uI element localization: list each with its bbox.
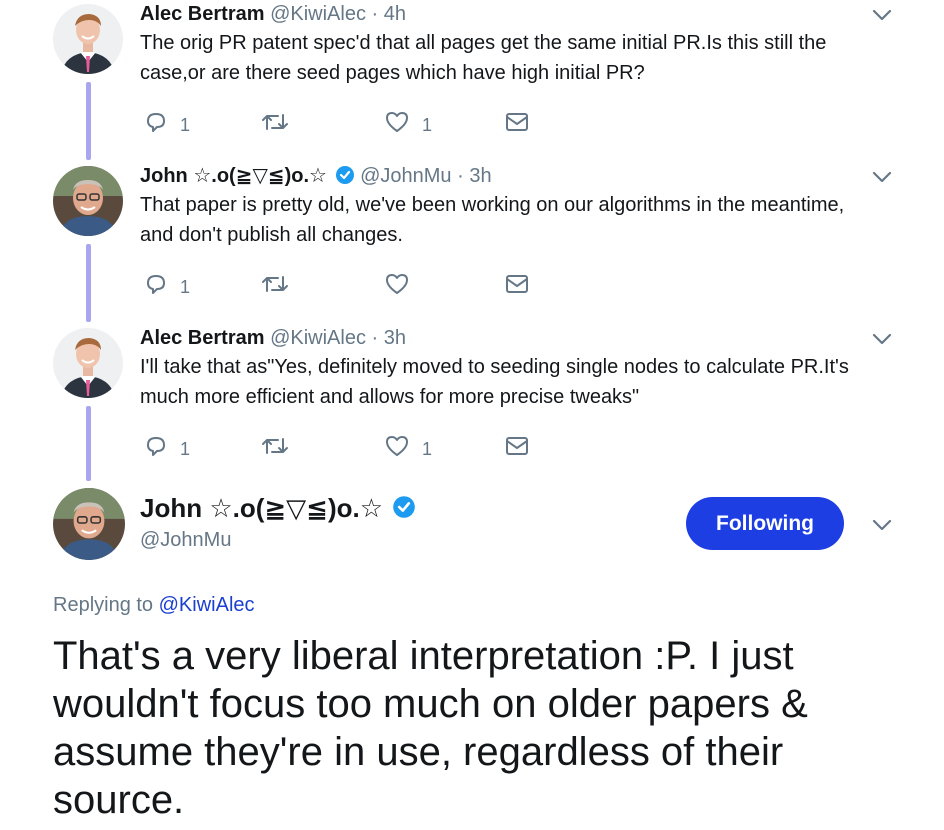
- retweet-button[interactable]: [260, 108, 290, 136]
- author-name[interactable]: Alec Bertram: [140, 3, 265, 25]
- reply-icon: [147, 113, 165, 132]
- tweet-header: John ☆.o(≧▽≦)o.☆ @JohnMu · 3h: [140, 164, 492, 188]
- separator-dot: ·: [371, 327, 379, 349]
- tweet-header: Alec Bertram @KiwiAlec · 3h: [140, 326, 406, 350]
- author-handle[interactable]: @JohnMu: [360, 165, 451, 187]
- retweet-icon: [262, 438, 288, 454]
- dm-button[interactable]: [504, 270, 530, 298]
- author-handle[interactable]: @KiwiAlec: [270, 3, 366, 25]
- author-name[interactable]: Alec Bertram: [140, 327, 265, 349]
- main-tweet-text: That's a very liberal interpretation :P.…: [53, 634, 808, 822]
- tweet-actions: 1 1: [144, 432, 544, 460]
- like-button[interactable]: 1: [384, 108, 432, 136]
- author-name[interactable]: John ☆.o(≧▽≦)o.☆: [140, 493, 383, 523]
- timestamp[interactable]: 3h: [469, 165, 491, 187]
- reply-icon: [147, 275, 165, 294]
- like-button[interactable]: 1: [384, 432, 432, 460]
- reply-button[interactable]: 1: [144, 432, 190, 460]
- like-button[interactable]: [384, 270, 410, 298]
- tweet-3[interactable]: Alec Bertram @KiwiAlec · 3h I'll take th…: [0, 324, 944, 484]
- main-author-name[interactable]: John ☆.o(≧▽≦)o.☆: [140, 492, 416, 524]
- reply-button[interactable]: 1: [144, 270, 190, 298]
- heart-icon: [386, 436, 408, 456]
- verified-badge-icon: [335, 166, 354, 184]
- tweet-actions: 1 1: [144, 108, 544, 136]
- following-button[interactable]: Following: [686, 497, 844, 550]
- replying-prefix: Replying to: [53, 594, 154, 616]
- timestamp[interactable]: 3h: [384, 327, 406, 349]
- author-name[interactable]: John ☆.o(≧▽≦)o.☆: [140, 165, 327, 187]
- reply-count: 1: [180, 276, 191, 297]
- chevron-down-icon[interactable]: [872, 332, 892, 346]
- reply-count: 1: [180, 114, 191, 135]
- tweet-text: The orig PR patent spec'd that all pages…: [140, 32, 827, 84]
- heart-icon: [386, 274, 408, 294]
- dm-button[interactable]: [504, 108, 530, 136]
- author-handle[interactable]: @KiwiAlec: [270, 327, 366, 349]
- tweet-text: That paper is pretty old, we've been wor…: [140, 194, 845, 246]
- tweet-1[interactable]: Alec Bertram @KiwiAlec · 4h The orig PR …: [0, 0, 944, 160]
- chevron-down-icon[interactable]: [872, 518, 892, 532]
- tweet-header: Alec Bertram @KiwiAlec · 4h: [140, 2, 406, 26]
- tweet-actions: 1: [144, 270, 544, 298]
- retweet-button[interactable]: [260, 432, 290, 460]
- separator-dot: ·: [457, 165, 464, 187]
- timestamp[interactable]: 4h: [384, 3, 406, 25]
- chevron-down-icon[interactable]: [872, 170, 892, 184]
- dm-button[interactable]: [504, 432, 530, 460]
- retweet-icon: [262, 276, 288, 292]
- avatar-john[interactable]: [53, 488, 125, 560]
- tweet-text: I'll take that as"Yes, definitely moved …: [140, 356, 849, 408]
- retweet-icon: [262, 114, 288, 130]
- avatar-john[interactable]: [53, 166, 123, 236]
- reply-button[interactable]: 1: [144, 108, 190, 136]
- separator-dot: ·: [371, 3, 379, 25]
- chevron-down-icon[interactable]: [872, 8, 892, 22]
- like-count: 1: [422, 438, 433, 459]
- like-count: 1: [422, 114, 433, 135]
- reply-icon: [147, 437, 165, 456]
- avatar-alec[interactable]: [53, 328, 123, 398]
- replying-mention-link[interactable]: @KiwiAlec: [159, 594, 255, 616]
- envelope-icon: [506, 275, 528, 293]
- verified-badge-icon: [393, 496, 416, 518]
- envelope-icon: [506, 113, 528, 131]
- heart-icon: [386, 112, 408, 132]
- main-author-handle[interactable]: @JohnMu: [140, 528, 231, 552]
- replying-to: Replying to @KiwiAlec: [53, 593, 255, 617]
- reply-count: 1: [180, 438, 191, 459]
- envelope-icon: [506, 437, 528, 455]
- avatar-alec[interactable]: [53, 4, 123, 74]
- tweet-2[interactable]: John ☆.o(≧▽≦)o.☆ @JohnMu · 3h That paper…: [0, 162, 944, 322]
- retweet-button[interactable]: [260, 270, 290, 298]
